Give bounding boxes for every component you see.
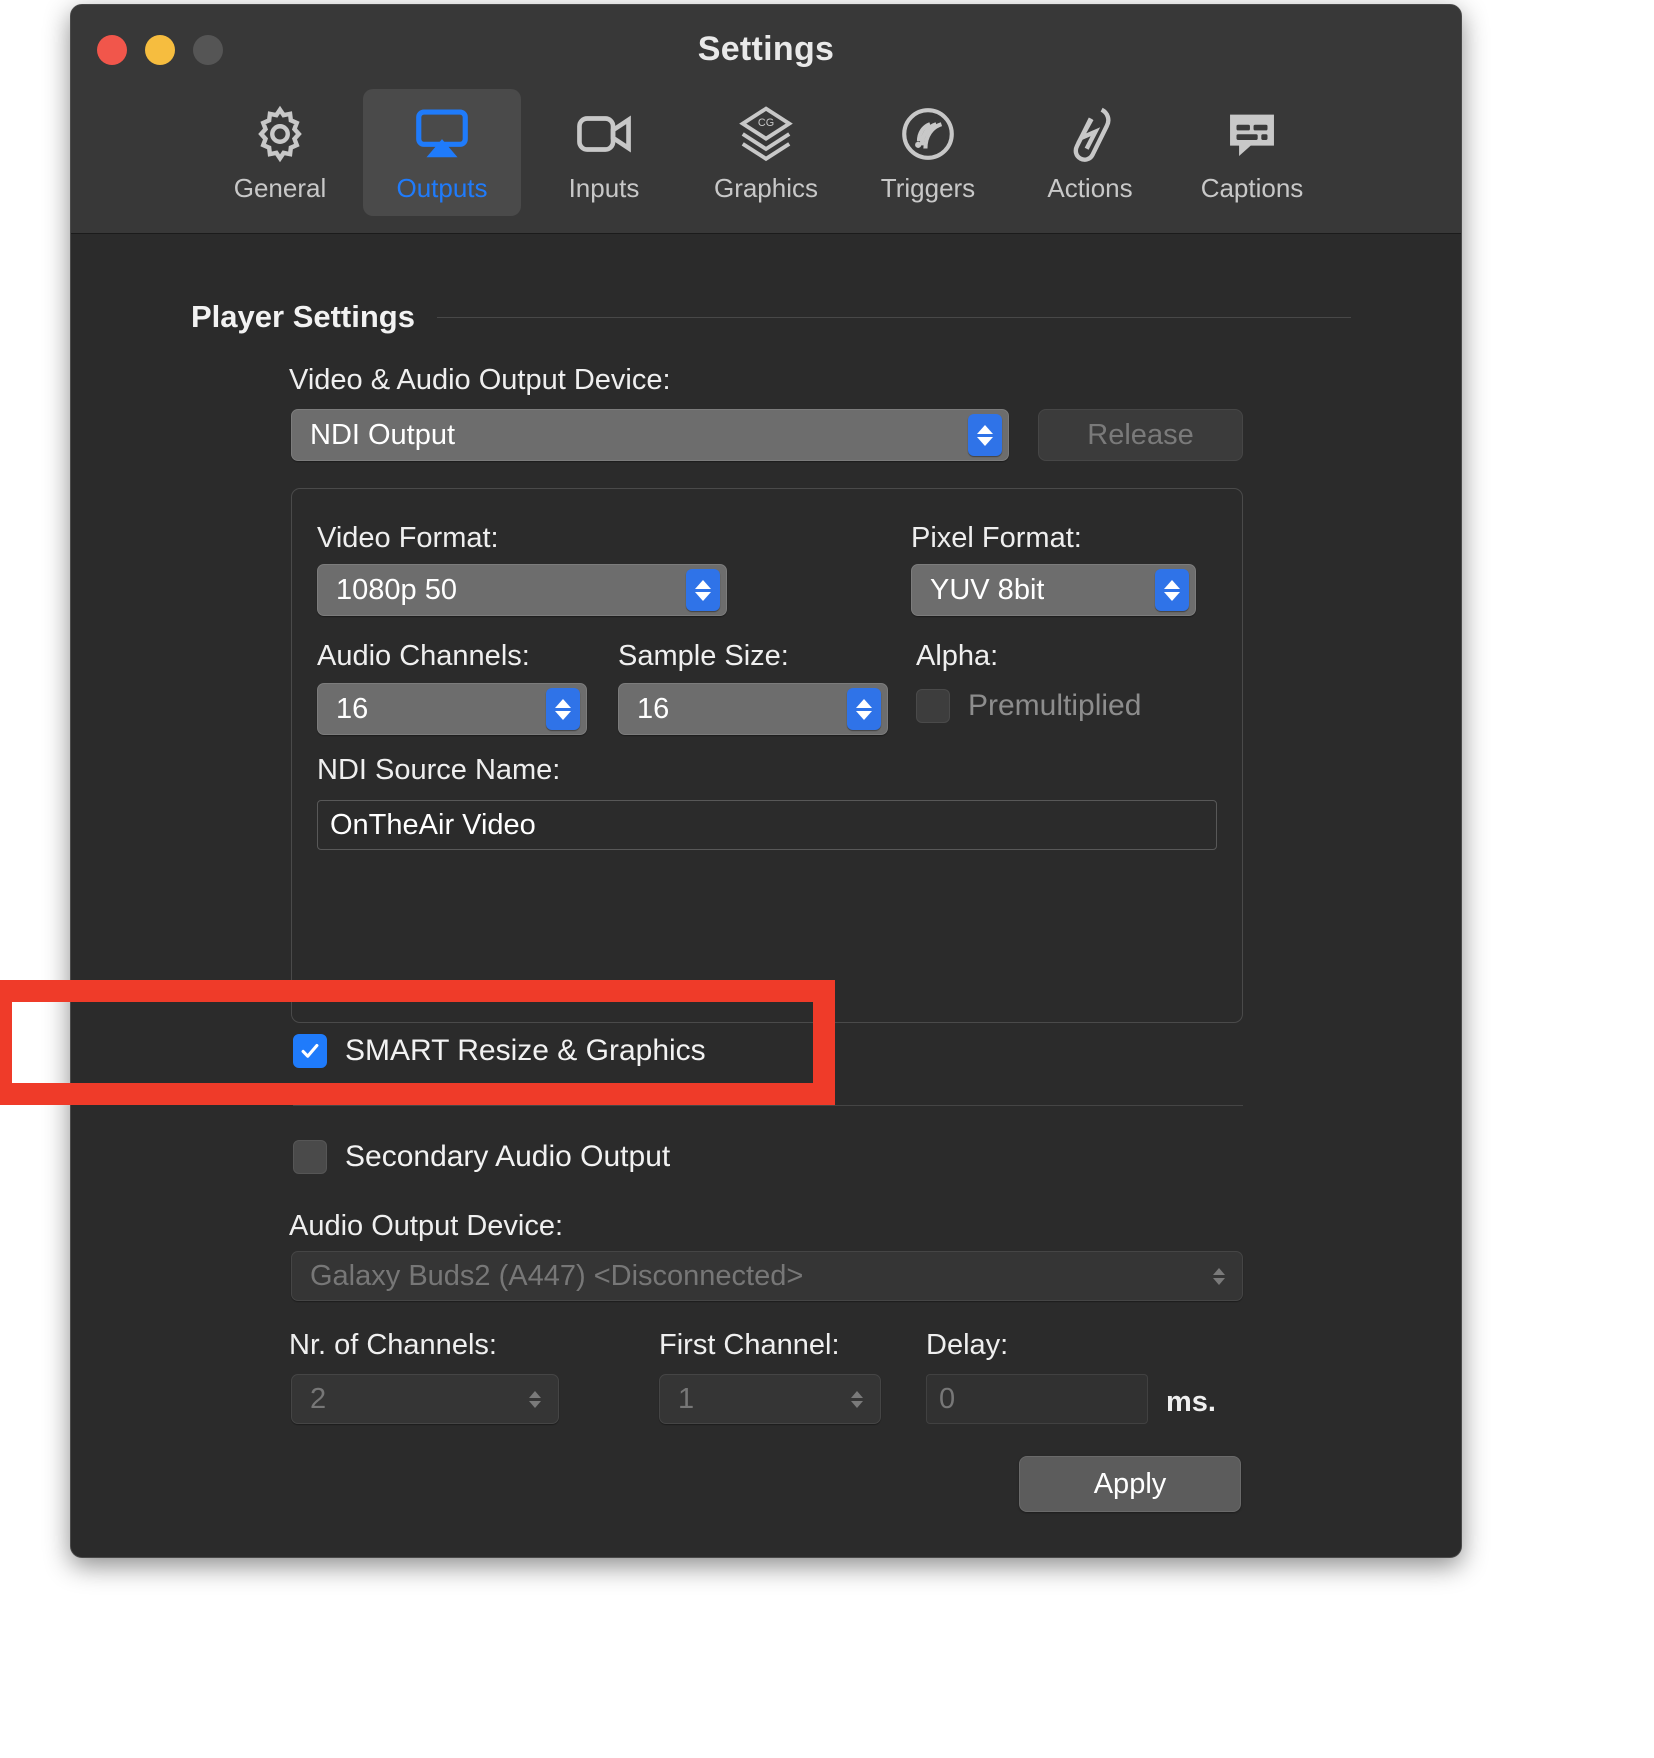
toolbar-item-graphics[interactable]: CG Graphics bbox=[687, 89, 845, 216]
smart-resize-label: SMART Resize & Graphics bbox=[345, 1034, 706, 1067]
toolbar-item-label: Captions bbox=[1200, 173, 1304, 203]
video-audio-output-device-select[interactable]: NDI Output bbox=[291, 409, 1009, 461]
toolbar-item-label: Outputs bbox=[396, 173, 488, 203]
chevron-updown-icon[interactable] bbox=[686, 569, 720, 611]
premultiplied-checkbox[interactable] bbox=[916, 689, 950, 723]
audio-channels-select[interactable]: 16 bbox=[317, 683, 587, 735]
airplay-icon bbox=[363, 99, 521, 169]
chevron-updown-icon[interactable] bbox=[518, 1378, 552, 1420]
smart-resize-checkbox-row[interactable]: SMART Resize & Graphics bbox=[293, 1034, 706, 1068]
audio-channels-label: Audio Channels: bbox=[317, 640, 530, 672]
audio-output-device-value: Galaxy Buds2 (A447) <Disconnected> bbox=[310, 1259, 804, 1292]
release-button[interactable]: Release bbox=[1038, 409, 1243, 461]
toolbar-item-label: Triggers bbox=[880, 173, 976, 203]
nr-of-channels-value: 2 bbox=[310, 1382, 327, 1415]
video-format-label: Video Format: bbox=[317, 522, 499, 554]
pixel-format-value: YUV 8bit bbox=[930, 573, 1045, 606]
settings-window: Settings General Outputs Inputs CG Graph… bbox=[70, 4, 1462, 1558]
toolbar-item-inputs[interactable]: Inputs bbox=[525, 89, 683, 216]
window-titlebar: Settings General Outputs Inputs CG Graph… bbox=[71, 5, 1461, 234]
toolbar-item-label: Actions bbox=[1047, 173, 1133, 203]
player-settings-content: Video & Audio Output Device: NDI Output … bbox=[71, 234, 1461, 1557]
settings-body: Player Settings Video & Audio Output Dev… bbox=[71, 234, 1461, 1557]
chevron-updown-icon[interactable] bbox=[968, 414, 1002, 456]
secondary-audio-output-label: Secondary Audio Output bbox=[345, 1140, 671, 1173]
video-format-select[interactable]: 1080p 50 bbox=[317, 564, 727, 616]
audio-output-device-select[interactable]: Galaxy Buds2 (A447) <Disconnected> bbox=[291, 1251, 1243, 1301]
video-camera-icon bbox=[525, 99, 683, 169]
settings-toolbar: General Outputs Inputs CG Graphics Trigg… bbox=[71, 89, 1461, 216]
nr-of-channels-label: Nr. of Channels: bbox=[289, 1329, 497, 1361]
section-divider bbox=[293, 1105, 1243, 1106]
first-channel-value: 1 bbox=[678, 1382, 695, 1415]
secondary-audio-output-checkbox-row[interactable]: Secondary Audio Output bbox=[293, 1140, 670, 1174]
apply-button-label: Apply bbox=[1093, 1467, 1167, 1500]
sample-size-value: 16 bbox=[637, 692, 670, 725]
first-channel-select[interactable]: 1 bbox=[659, 1374, 881, 1424]
toolbar-item-label: General bbox=[233, 173, 327, 203]
pixel-format-label: Pixel Format: bbox=[911, 522, 1082, 554]
premultiplied-label: Premultiplied bbox=[968, 689, 1142, 722]
chevron-updown-icon[interactable] bbox=[546, 688, 580, 730]
audio-output-device-label: Audio Output Device: bbox=[289, 1210, 564, 1242]
chevron-updown-icon[interactable] bbox=[840, 1378, 874, 1420]
toolbar-item-actions[interactable]: Actions bbox=[1011, 89, 1169, 216]
layers-cg-icon: CG bbox=[687, 99, 845, 169]
smart-resize-checkbox[interactable] bbox=[293, 1034, 327, 1068]
first-channel-label: First Channel: bbox=[659, 1329, 840, 1361]
sample-size-label: Sample Size: bbox=[618, 640, 789, 672]
alpha-label: Alpha: bbox=[916, 640, 999, 672]
video-audio-output-device-value: NDI Output bbox=[310, 418, 456, 451]
ndi-source-name-label: NDI Source Name: bbox=[317, 754, 561, 786]
toolbar-item-outputs[interactable]: Outputs bbox=[363, 89, 521, 216]
premultiplied-checkbox-row[interactable]: Premultiplied bbox=[916, 689, 1141, 723]
pixel-format-select[interactable]: YUV 8bit bbox=[911, 564, 1196, 616]
delay-input[interactable]: 0 bbox=[926, 1374, 1148, 1424]
sample-size-select[interactable]: 16 bbox=[618, 683, 888, 735]
toolbar-item-label: Graphics bbox=[713, 173, 819, 203]
nr-of-channels-select[interactable]: 2 bbox=[291, 1374, 559, 1424]
delay-unit-label: ms. bbox=[1166, 1386, 1216, 1418]
ndi-source-name-input[interactable]: OnTheAir Video bbox=[317, 800, 1217, 850]
check-icon bbox=[301, 1043, 319, 1058]
gear-icon bbox=[201, 99, 359, 169]
secondary-audio-output-checkbox[interactable] bbox=[293, 1140, 327, 1174]
lightning-tag-icon bbox=[1011, 99, 1169, 169]
audio-channels-value: 16 bbox=[336, 692, 369, 725]
toolbar-item-general[interactable]: General bbox=[201, 89, 359, 216]
delay-label: Delay: bbox=[926, 1329, 1009, 1361]
toolbar-item-triggers[interactable]: Triggers bbox=[849, 89, 1007, 216]
signal-wave-icon bbox=[849, 99, 1007, 169]
window-title: Settings bbox=[697, 30, 835, 68]
delay-value: 0 bbox=[939, 1382, 956, 1415]
toolbar-item-captions[interactable]: Captions bbox=[1173, 89, 1331, 216]
screenshot-root: Settings General Outputs Inputs CG Graph… bbox=[0, 0, 1654, 1758]
svg-text:CG: CG bbox=[758, 117, 774, 129]
video-audio-output-device-label: Video & Audio Output Device: bbox=[289, 364, 671, 396]
chevron-updown-icon[interactable] bbox=[1202, 1255, 1236, 1297]
apply-button[interactable]: Apply bbox=[1019, 1456, 1241, 1512]
release-button-label: Release bbox=[1087, 418, 1194, 451]
chevron-updown-icon[interactable] bbox=[847, 688, 881, 730]
ndi-source-name-value: OnTheAir Video bbox=[330, 808, 536, 841]
video-format-value: 1080p 50 bbox=[336, 573, 457, 606]
toolbar-item-label: Inputs bbox=[568, 173, 640, 203]
chevron-updown-icon[interactable] bbox=[1155, 569, 1189, 611]
caption-bubble-icon bbox=[1173, 99, 1331, 169]
